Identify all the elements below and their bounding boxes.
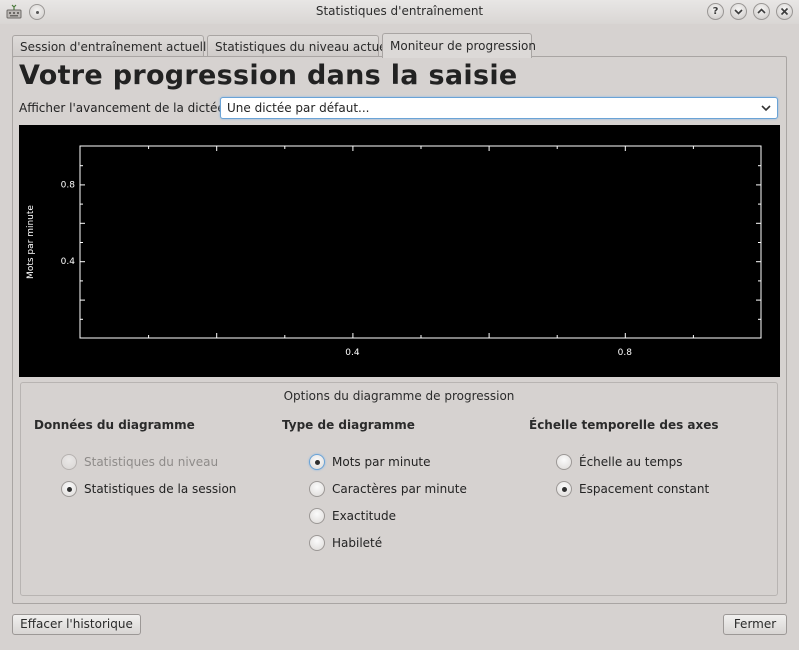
window-title: Statistiques d'entraînement: [315, 4, 484, 18]
dictation-selector[interactable]: Une dictée par défaut...: [220, 97, 778, 119]
title-bar: Statistiques d'entraînement ?: [0, 0, 799, 24]
tab-current-level[interactable]: Statistiques du niveau actuel: [207, 35, 390, 57]
radio-label: Statistiques du niveau: [84, 455, 219, 469]
radio-label: Habileté: [332, 536, 383, 550]
time-scale-header: Échelle temporelle des axes: [529, 418, 719, 432]
radio-label: Mots par minute: [332, 455, 431, 469]
radio-button[interactable]: [309, 481, 325, 497]
page-title: Votre progression dans la saisie: [19, 60, 518, 91]
y-tick-label: 0.8: [61, 180, 76, 190]
radio-label: Exactitude: [332, 509, 396, 523]
radio-label: Caractères par minute: [332, 482, 467, 496]
radio-button[interactable]: [556, 454, 572, 470]
clear-history-button[interactable]: Effacer l'historique: [12, 614, 141, 635]
close-button[interactable]: Fermer: [723, 614, 787, 635]
chart-type-header: Type de diagramme: [282, 418, 415, 432]
maximize-icon[interactable]: [753, 3, 770, 20]
radio-button[interactable]: [309, 508, 325, 524]
plot-frame: [79, 145, 762, 339]
x-tick-label: 0.4: [345, 348, 360, 358]
tab-progress-monitor[interactable]: Moniteur de progression: [382, 33, 536, 58]
radio-button[interactable]: [309, 454, 325, 470]
y-axis-label: Mots par minute: [26, 205, 36, 279]
minimize-icon[interactable]: [730, 3, 747, 20]
radio-label: Statistiques de la session: [84, 482, 237, 496]
radio-button[interactable]: [309, 535, 325, 551]
y-tick-label: 0.4: [61, 257, 76, 267]
chevron-down-icon: [761, 105, 771, 112]
dictation-selector-label: Afficher l'avancement de la dictée :: [19, 101, 233, 115]
progress-chart-svg: 0.4 0.8 0.8 0.4 Mots par minute: [26, 145, 762, 358]
radio-label: Espacement constant: [579, 482, 710, 496]
radio-button[interactable]: [556, 481, 572, 497]
tab-current-session[interactable]: Session d'entraînement actuelle: [12, 35, 214, 57]
chart-options-group: Options du diagramme de progression Donn…: [20, 382, 778, 596]
help-icon[interactable]: ?: [707, 3, 724, 20]
chart-options-title: Options du diagramme de progression: [283, 389, 515, 403]
tab-label: Statistiques du niveau actuel: [215, 40, 390, 54]
progress-chart: 0.4 0.8 0.8 0.4 Mots par minute: [19, 125, 780, 377]
close-icon[interactable]: [776, 3, 793, 20]
radio-button[interactable]: [61, 454, 77, 470]
radio-label: Échelle au temps: [579, 455, 683, 469]
tab-label: Session d'entraînement actuelle: [20, 40, 214, 54]
radio-button[interactable]: [61, 481, 77, 497]
chart-data-header: Données du diagramme: [34, 418, 195, 432]
dictation-selector-value: Une dictée par défaut...: [227, 101, 370, 115]
x-tick-label: 0.8: [618, 348, 633, 358]
tab-label: Moniteur de progression: [390, 39, 536, 53]
